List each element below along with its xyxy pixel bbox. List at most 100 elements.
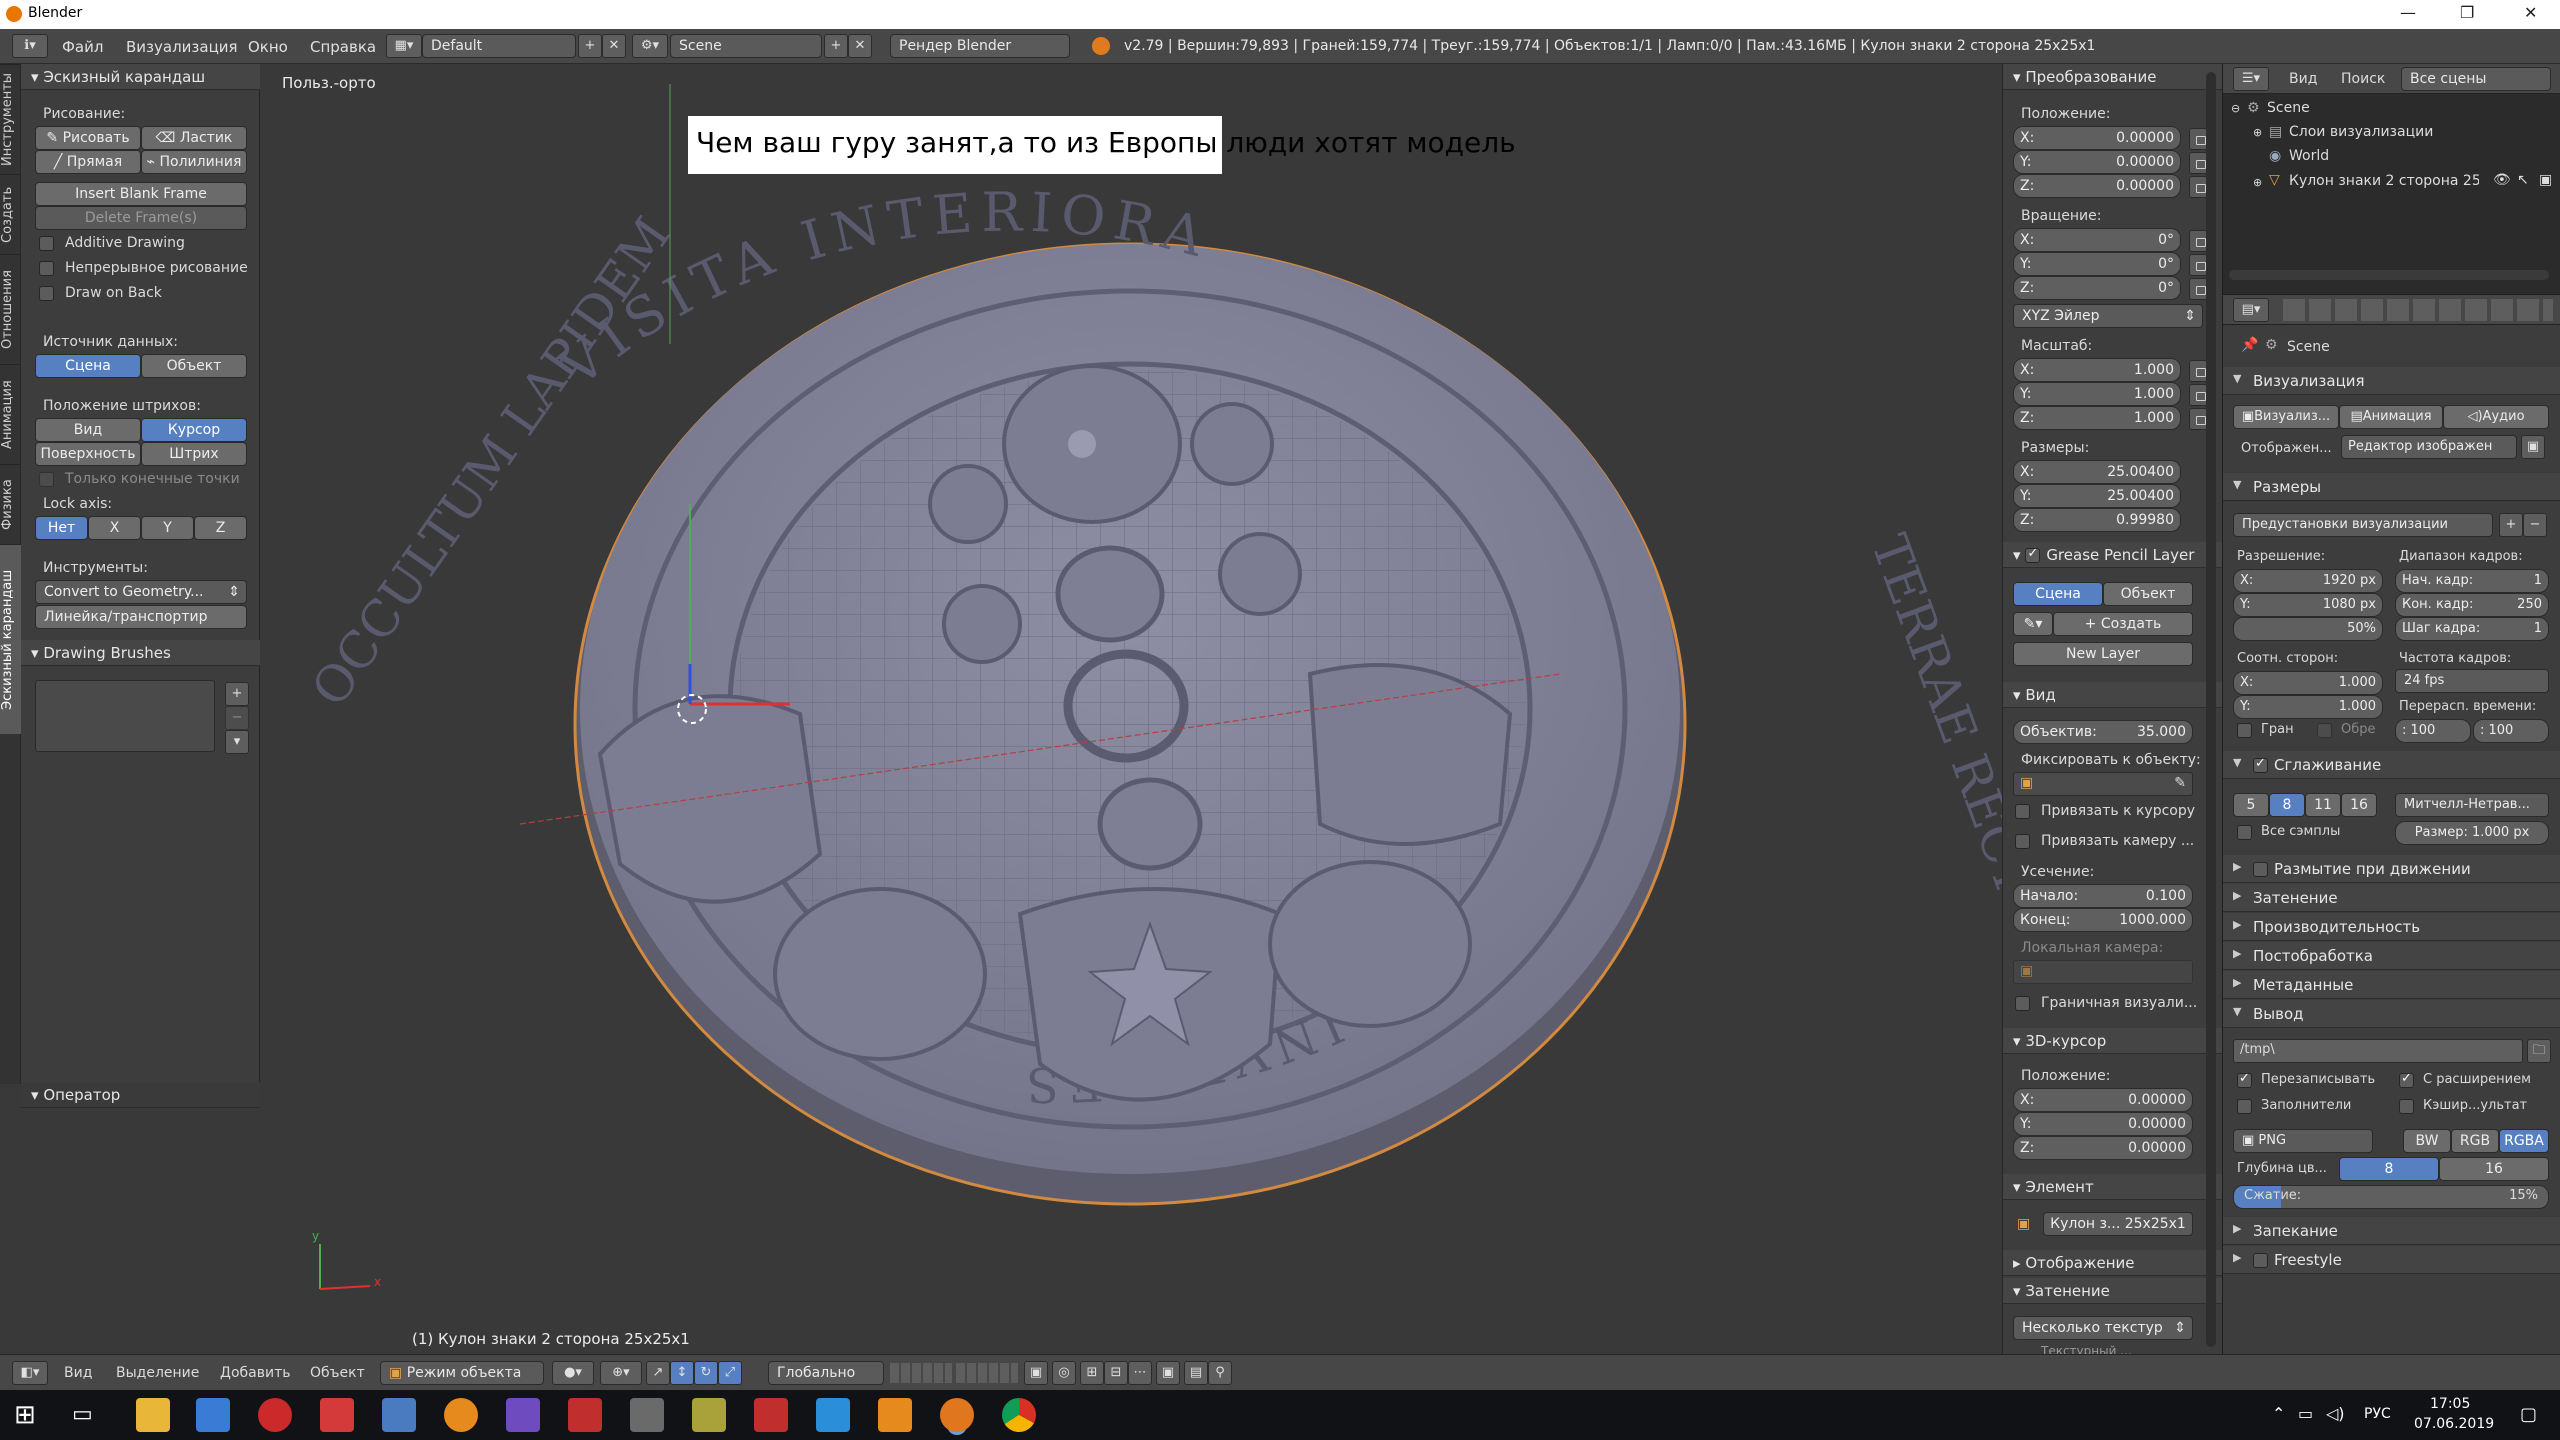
cache-result-checkbox[interactable] xyxy=(2399,1099,2414,1114)
scene-select[interactable]: Scene xyxy=(670,34,822,58)
props-context-tabs[interactable] xyxy=(2283,299,2553,321)
extension-checkbox[interactable] xyxy=(2399,1071,2414,1088)
remap-new-field[interactable]: : 100 xyxy=(2473,719,2549,743)
local-camera-field[interactable]: ▣ xyxy=(2013,960,2193,984)
loc-y-field[interactable]: Y: 0.00000 xyxy=(2013,150,2181,174)
minimize-button[interactable]: — xyxy=(2400,3,2416,22)
rot-z-field[interactable]: Z: 0° xyxy=(2013,276,2181,300)
outliner-filter-select[interactable]: Все сцены xyxy=(2401,67,2551,91)
layout-icon[interactable]: ▦▾ xyxy=(386,34,422,58)
cursor-z-field[interactable]: Z: 0.00000 xyxy=(2013,1136,2193,1160)
bake-section-header[interactable]: ▶ Запекание xyxy=(2223,1217,2560,1245)
poly-button[interactable]: ⌁ Полилиния xyxy=(141,150,247,174)
performance-section-header[interactable]: ▶ Производительность xyxy=(2223,913,2560,941)
layout-select[interactable]: Default xyxy=(422,34,576,58)
tab-grease-pencil[interactable]: Эскизный карандаш xyxy=(0,544,21,734)
gp-scene-button[interactable]: Сцена xyxy=(2013,582,2103,606)
task-view-icon[interactable]: ▭ xyxy=(72,1402,93,1427)
menu-file[interactable]: Файл xyxy=(62,38,103,56)
loc-x-field[interactable]: X: 0.00000 xyxy=(2013,126,2181,150)
collapse-icon[interactable]: ⊖ xyxy=(2231,102,2240,115)
3d-cursor-panel-header[interactable]: ▾ 3D-курсор xyxy=(2003,1028,2223,1054)
expand-icon[interactable]: ⊕ xyxy=(2253,176,2262,189)
aa-samples-16[interactable]: 16 xyxy=(2341,793,2377,817)
motion-blur-checkbox[interactable] xyxy=(2253,862,2268,877)
freestyle-checkbox[interactable] xyxy=(2253,1253,2268,1268)
aa-samples-11[interactable]: 11 xyxy=(2305,793,2341,817)
tab-tools[interactable]: Инструменты xyxy=(0,64,21,174)
menu-object[interactable]: Объект xyxy=(310,1365,365,1381)
aa-samples-5[interactable]: 5 xyxy=(2233,793,2269,817)
drawing-brushes-header[interactable]: ▾ Drawing Brushes xyxy=(21,640,260,666)
dim-z-field[interactable]: Z: 0.99980 xyxy=(2013,508,2181,532)
lens-field[interactable]: Объектив: 35.000 xyxy=(2013,720,2193,744)
delete-frames-button[interactable]: Delete Frame(s) xyxy=(35,206,247,230)
camera-render-icon[interactable]: ▣ xyxy=(2539,172,2552,188)
menu-view[interactable]: Вид xyxy=(64,1365,92,1381)
layers-block-2[interactable] xyxy=(956,1363,1018,1383)
border-render-checkbox[interactable] xyxy=(2015,996,2030,1011)
shading-section-header[interactable]: ▶ Затенение xyxy=(2223,884,2560,912)
app-icon[interactable] xyxy=(754,1398,788,1432)
dim-x-field[interactable]: X: 25.00400 xyxy=(2013,460,2181,484)
opengl-anim-icon[interactable]: ▤ xyxy=(1184,1361,1208,1385)
draw-on-back-checkbox[interactable] xyxy=(39,286,54,301)
scale-icon[interactable]: ⤢ xyxy=(718,1361,742,1385)
view-options-icon[interactable]: ⚲ xyxy=(1208,1361,1232,1385)
gp-layer-panel-header[interactable]: ▾ Grease Pencil Layer xyxy=(2003,542,2223,568)
outliner-item[interactable]: Слои визуализации xyxy=(2289,124,2433,140)
app-icon[interactable] xyxy=(568,1398,602,1432)
gp-layer-checkbox[interactable] xyxy=(2025,546,2041,563)
interaction-mode-select[interactable]: ▣ Режим объекта xyxy=(380,1361,544,1385)
orientation-select[interactable]: Глобально xyxy=(768,1361,884,1385)
menu-render[interactable]: Визуализация xyxy=(126,38,238,56)
gp-object-button[interactable]: Объект xyxy=(2103,582,2193,606)
motion-blur-section-header[interactable]: ▶ Размытие при движении xyxy=(2223,855,2560,883)
translate-icon[interactable]: ↕ xyxy=(670,1361,694,1385)
tray-chevron-icon[interactable]: ⌃ xyxy=(2272,1404,2285,1423)
res-y-field[interactable]: Y: 1080 px xyxy=(2233,593,2383,617)
editor-type-icon[interactable]: ◧▾ xyxy=(12,1361,48,1385)
source-object-button[interactable]: Объект xyxy=(141,354,247,378)
res-percent-field[interactable]: 50% xyxy=(2233,617,2383,641)
npanel-scrollbar[interactable] xyxy=(2206,72,2216,1347)
aa-size-field[interactable]: Размер: 1.000 px xyxy=(2395,821,2549,845)
scale-x-field[interactable]: X: 1.000 xyxy=(2013,358,2181,382)
object-name-field[interactable]: Кулон з... 25x25x1 xyxy=(2043,1212,2193,1236)
aa-checkbox[interactable] xyxy=(2253,756,2268,773)
add-brush-button[interactable]: + xyxy=(225,682,249,706)
render-section-header[interactable]: ▼ Визуализация xyxy=(2223,367,2560,395)
clip-end-field[interactable]: Конец: 1000.000 xyxy=(2013,908,2193,932)
remove-layout-button[interactable]: ✕ xyxy=(602,34,626,58)
illustrator-icon[interactable] xyxy=(878,1398,912,1432)
border-checkbox[interactable] xyxy=(2237,723,2252,738)
brush-menu-button[interactable]: ▾ xyxy=(225,730,249,754)
frame-end-field[interactable]: Кон. кадр: 250 xyxy=(2395,593,2549,617)
lock-axis-y-button[interactable]: Y xyxy=(141,516,194,540)
placement-cursor-button[interactable]: Курсор xyxy=(141,418,247,442)
crop-checkbox[interactable] xyxy=(2317,723,2332,738)
frame-step-field[interactable]: Шаг кадра: 1 xyxy=(2395,617,2549,641)
tab-create[interactable]: Создать xyxy=(0,174,21,254)
cursor-y-field[interactable]: Y: 0.00000 xyxy=(2013,1112,2193,1136)
snap-element-icon[interactable]: ⋯ xyxy=(1128,1361,1152,1385)
view-panel-header[interactable]: ▾ Вид xyxy=(2003,682,2223,708)
grease-pencil-panel-header[interactable]: ▾ Эскизный карандаш xyxy=(21,64,260,90)
outliner-view-menu[interactable]: Вид xyxy=(2289,71,2317,87)
brush-list[interactable] xyxy=(35,680,215,752)
layers-block-1[interactable] xyxy=(890,1363,952,1383)
add-layout-button[interactable]: + xyxy=(578,34,602,58)
shading-panel-header[interactable]: ▾ Затенение xyxy=(2003,1278,2223,1304)
gp-create-button[interactable]: + Создать xyxy=(2053,612,2193,636)
fps-select[interactable]: 24 fps xyxy=(2395,669,2549,693)
app-icon[interactable] xyxy=(382,1398,416,1432)
rot-y-field[interactable]: Y: 0° xyxy=(2013,252,2181,276)
gp-new-layer-button[interactable]: New Layer xyxy=(2013,642,2193,666)
render-audio-button[interactable]: ◁)Аудио xyxy=(2443,405,2549,429)
app-icon[interactable] xyxy=(444,1398,478,1432)
menu-window[interactable]: Окно xyxy=(248,38,288,56)
ruler-button[interactable]: Линейка/транспортир xyxy=(35,605,247,629)
expand-icon[interactable]: ⊕ xyxy=(2253,126,2262,139)
shading-mode-icon[interactable]: ●▾ xyxy=(552,1361,594,1385)
add-scene-button[interactable]: + xyxy=(824,34,848,58)
